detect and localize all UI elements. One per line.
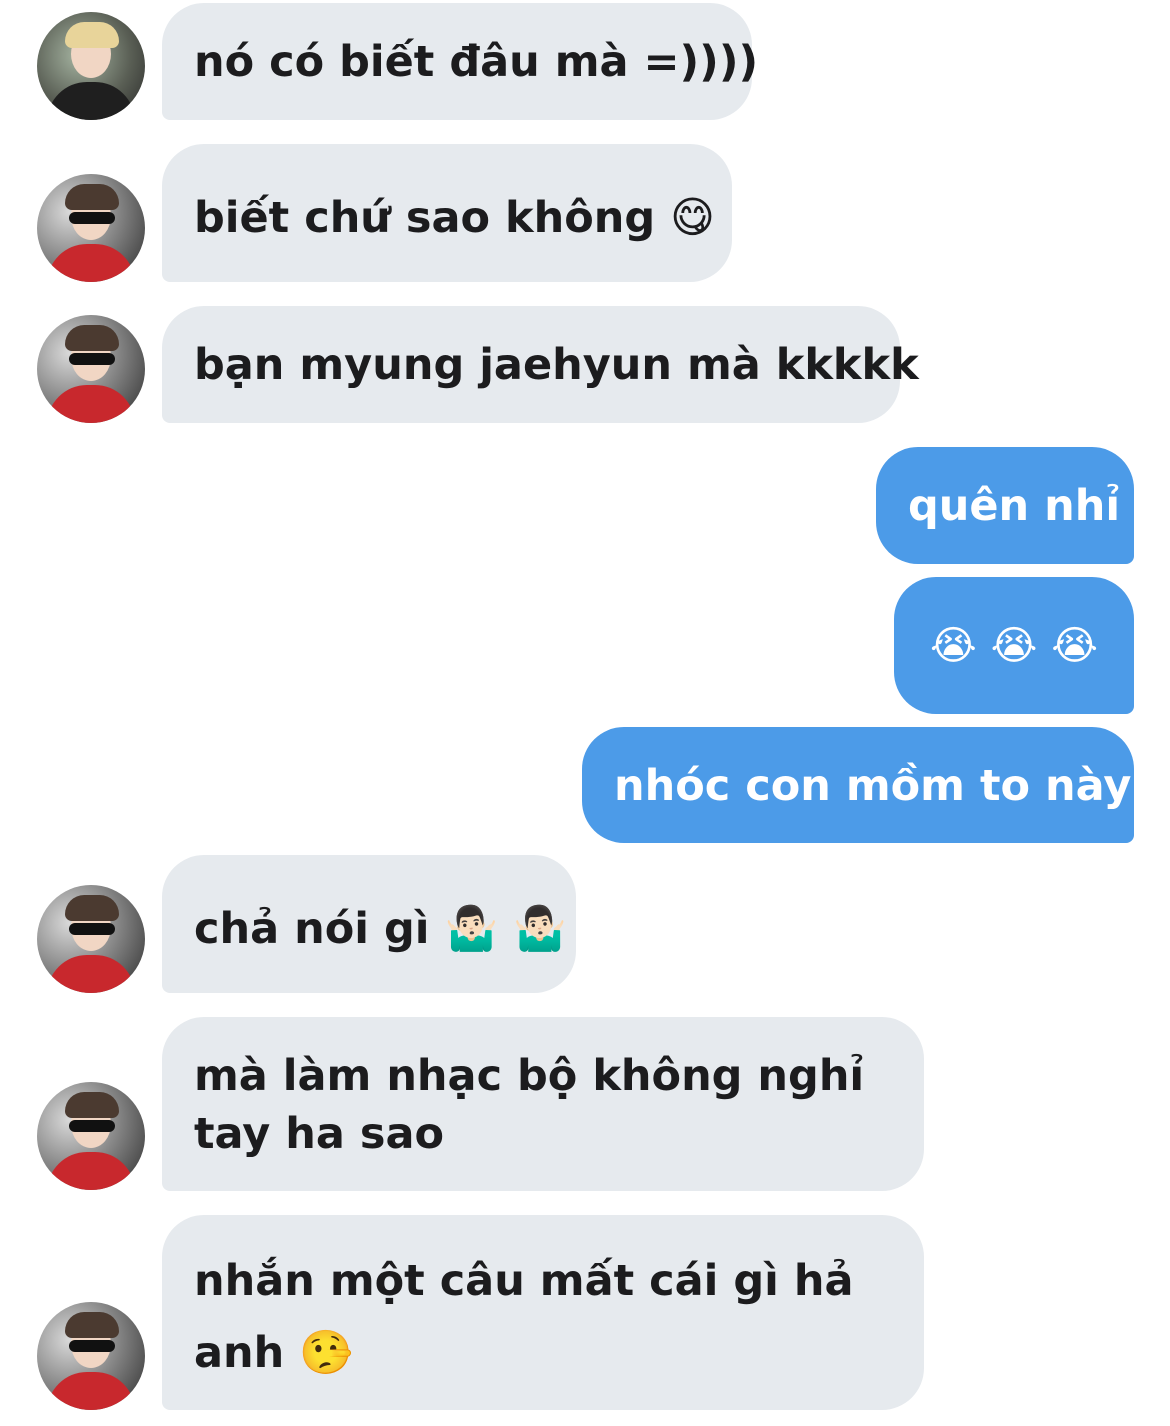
avatar[interactable] <box>37 174 145 282</box>
message-text-line: anh 🤥 <box>194 1328 353 1378</box>
message-bubble-incoming[interactable]: chả nói gì 🤷🏻‍♂️ 🤷🏻‍♂️ <box>162 855 576 993</box>
avatar[interactable] <box>37 12 145 120</box>
message-text: nhóc con mồm to này <box>614 761 1132 811</box>
message-text-line: nhắn một câu mất cái gì hả <box>194 1256 854 1306</box>
message-bubble-outgoing[interactable]: 😭 😭 😭 <box>894 577 1134 714</box>
message-bubble-incoming[interactable]: bạn myung jaehyun mà kkkkk <box>162 306 919 423</box>
avatar[interactable] <box>37 1082 145 1190</box>
avatar[interactable] <box>37 1302 145 1410</box>
message-text: quên nhỉ <box>908 481 1121 531</box>
avatar[interactable] <box>37 315 145 423</box>
message-text-line: mà làm nhạc bộ không nghỉ <box>194 1051 865 1101</box>
message-bubble-outgoing[interactable]: quên nhỉ <box>876 447 1134 564</box>
message-bubble-incoming[interactable]: mà làm nhạc bộ không nghỉ tay ha sao <box>162 1017 924 1191</box>
message-text-line: tay ha sao <box>194 1109 445 1159</box>
message-bubble-incoming[interactable]: nó có biết đâu mà =)))) <box>162 3 759 120</box>
message-bubble-incoming[interactable]: biết chứ sao không 😋 <box>162 144 732 282</box>
message-text: chả nói gì 🤷🏻‍♂️ 🤷🏻‍♂️ <box>194 904 567 954</box>
message-text: 😭 😭 😭 <box>929 623 1099 669</box>
message-bubble-outgoing[interactable]: nhóc con mồm to này <box>582 727 1134 843</box>
message-text: biết chứ sao không 😋 <box>194 193 715 243</box>
message-text: nó có biết đâu mà =)))) <box>194 37 759 87</box>
message-text: bạn myung jaehyun mà kkkkk <box>194 340 919 390</box>
avatar[interactable] <box>37 885 145 993</box>
message-bubble-incoming[interactable]: nhắn một câu mất cái gì hả anh 🤥 <box>162 1215 924 1410</box>
